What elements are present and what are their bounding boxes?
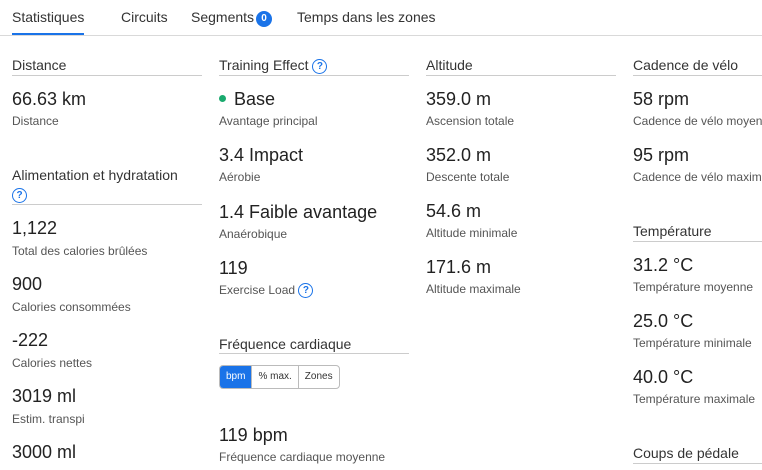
stat-label: Ascension totale bbox=[426, 114, 515, 128]
stat-value: 40.0 °C bbox=[633, 367, 694, 387]
toggle-zones[interactable]: Zones bbox=[297, 366, 339, 388]
stat-label: Fréquence cardiaque moyenne bbox=[219, 450, 386, 464]
stat-label: Cadence de vélo moyenne bbox=[633, 114, 762, 128]
stat-value: 3019 ml bbox=[12, 386, 77, 406]
stat-value: 352.0 m bbox=[426, 145, 492, 165]
stat-value: 54.6 m bbox=[426, 201, 482, 221]
heart-unit-toggle: bpm % max. Zones bbox=[219, 365, 340, 389]
divider bbox=[12, 75, 202, 76]
stat-label: Température maximale bbox=[633, 392, 756, 406]
stat-label: Estim. transpi bbox=[12, 412, 85, 426]
tab-statistiques[interactable]: Statistiques bbox=[12, 9, 85, 35]
tab-label: Circuits bbox=[121, 9, 168, 25]
stat-label: Altitude maximale bbox=[426, 282, 521, 296]
segments-count-badge: 0 bbox=[256, 11, 273, 27]
stat-label: Altitude minimale bbox=[426, 226, 518, 240]
stat-label: Température moyenne bbox=[633, 280, 754, 294]
stat-label-text: Exercise Load bbox=[219, 283, 296, 297]
stat-value: 171.6 m bbox=[426, 257, 492, 277]
status-dot-icon bbox=[219, 95, 226, 102]
toggle-bpm[interactable]: bpm bbox=[220, 366, 252, 388]
stat-value: 359.0 m bbox=[426, 89, 492, 109]
section-title-training: Training Effect ? bbox=[219, 57, 328, 74]
section-title-heart: Fréquence cardiaque bbox=[219, 336, 352, 352]
stat-label: Aérobie bbox=[219, 170, 261, 184]
section-title-distance: Distance bbox=[12, 57, 67, 73]
divider bbox=[219, 353, 409, 354]
stat-value: 95 rpm bbox=[633, 145, 690, 165]
stat-value: 900 bbox=[12, 274, 43, 294]
stat-value: 1.4 Faible avantage bbox=[219, 202, 378, 222]
divider bbox=[12, 204, 202, 205]
stat-label: Anaérobique bbox=[219, 227, 288, 241]
toggle-percent-max[interactable]: % max. bbox=[251, 366, 297, 388]
stat-value: 1,122 bbox=[12, 218, 58, 238]
help-icon[interactable]: ? bbox=[312, 59, 328, 74]
stat-label: Calories consommées bbox=[12, 300, 131, 314]
stat-value: 58 rpm bbox=[633, 89, 690, 109]
divider bbox=[633, 463, 762, 464]
stat-value: 25.0 °C bbox=[633, 311, 694, 331]
section-title-pedal: Coups de pédale bbox=[633, 445, 739, 461]
tab-segments[interactable]: Segments 0 bbox=[191, 9, 273, 27]
stat-value: -222 bbox=[12, 330, 49, 350]
stat-value-text: Base bbox=[234, 89, 276, 109]
help-icon[interactable]: ? bbox=[12, 186, 27, 204]
section-title-cadence: Cadence de vélo bbox=[633, 57, 739, 73]
stat-value: Base bbox=[219, 89, 275, 110]
tab-bar: Statistiques Circuits Segments 0 Temps da… bbox=[0, 0, 762, 36]
stat-label: Distance bbox=[12, 114, 59, 128]
tab-label: Temps dans les zones bbox=[297, 9, 436, 25]
stat-value: 31.2 °C bbox=[633, 255, 694, 275]
stat-value: 66.63 km bbox=[12, 89, 87, 109]
section-title-nutrition: Alimentation et hydratation bbox=[12, 167, 178, 183]
divider bbox=[219, 75, 409, 76]
divider bbox=[426, 75, 616, 76]
stat-label: Cadence de vélo maximale bbox=[633, 170, 762, 184]
tab-temps-zones[interactable]: Temps dans les zones bbox=[297, 9, 436, 25]
tab-circuits[interactable]: Circuits bbox=[121, 9, 168, 25]
stat-value: 119 bpm bbox=[219, 425, 288, 445]
section-title-temperature: Température bbox=[633, 223, 712, 239]
stat-value: 3000 ml bbox=[12, 442, 77, 462]
stat-label: Calories nettes bbox=[12, 356, 93, 370]
stat-label: Descente totale bbox=[426, 170, 510, 184]
section-title-altitude: Altitude bbox=[426, 57, 473, 73]
tab-label: Segments bbox=[191, 9, 255, 25]
section-title-text: Training Effect bbox=[219, 57, 309, 73]
stat-label: Avantage principal bbox=[219, 114, 318, 128]
divider bbox=[633, 241, 762, 242]
stat-value: 3.4 Impact bbox=[219, 145, 304, 165]
stat-label: Total des calories brûlées bbox=[12, 244, 148, 258]
stat-label: Température minimale bbox=[633, 336, 752, 350]
stat-value: 119 bbox=[219, 258, 248, 278]
tab-label: Statistiques bbox=[12, 9, 85, 25]
stat-label: Exercise Load ? bbox=[219, 283, 314, 298]
divider bbox=[633, 75, 762, 76]
help-icon[interactable]: ? bbox=[298, 283, 314, 298]
